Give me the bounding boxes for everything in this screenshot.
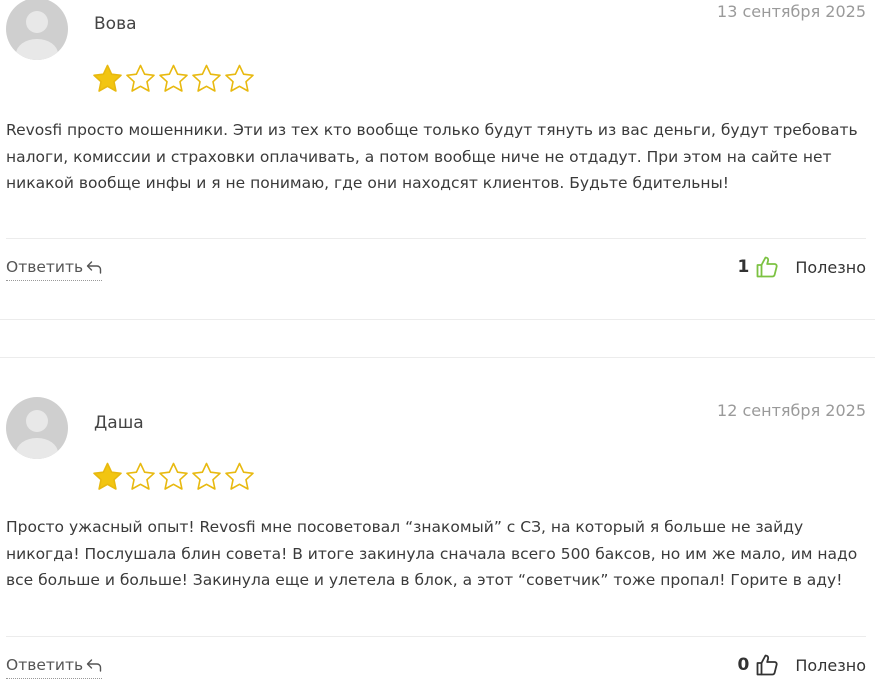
star-empty-icon xyxy=(192,462,221,490)
reply-label: Ответить xyxy=(6,656,84,674)
review-author: Даша xyxy=(94,413,144,433)
review-date: 13 сентября 2025 xyxy=(717,2,866,21)
divider xyxy=(0,357,875,358)
star-empty-icon xyxy=(225,64,254,92)
star-rating xyxy=(91,63,256,95)
review-text: Просто ужасный опыт! Revosfi мне посовет… xyxy=(6,518,858,589)
star-filled-icon xyxy=(93,64,122,92)
star-empty-icon xyxy=(159,64,188,92)
star-empty-icon xyxy=(225,462,254,490)
reply-link[interactable]: Ответить xyxy=(6,256,103,281)
helpful-group: 0 Полезно xyxy=(737,651,866,679)
star-empty-icon xyxy=(159,462,188,490)
helpful-button[interactable]: Полезно xyxy=(795,258,866,277)
helpful-count: 0 xyxy=(737,655,750,675)
avatar xyxy=(6,0,68,60)
user-placeholder-icon xyxy=(6,397,68,459)
review-author: Вова xyxy=(94,14,137,34)
star-empty-icon xyxy=(126,462,155,490)
helpful-button[interactable]: Полезно xyxy=(795,656,866,675)
star-filled-icon xyxy=(93,462,122,490)
star-rating xyxy=(91,461,256,493)
reply-arrow-icon xyxy=(86,261,102,274)
divider xyxy=(6,636,866,637)
reply-arrow-icon xyxy=(86,659,102,672)
reply-link[interactable]: Ответить xyxy=(6,654,103,679)
avatar xyxy=(6,397,68,459)
reply-label: Ответить xyxy=(6,258,84,276)
divider xyxy=(0,319,875,320)
star-empty-icon xyxy=(192,64,221,92)
review-date: 12 сентября 2025 xyxy=(717,401,866,420)
star-empty-icon xyxy=(126,64,155,92)
user-placeholder-icon xyxy=(6,0,68,60)
divider xyxy=(6,238,866,239)
helpful-count: 1 xyxy=(737,257,750,277)
review-text: Revosfi просто мошенники. Эти из тех кто… xyxy=(6,121,858,192)
helpful-group: 1 Полезно xyxy=(737,253,866,281)
thumbs-up-icon[interactable] xyxy=(755,255,779,279)
thumbs-up-icon[interactable] xyxy=(755,653,779,677)
